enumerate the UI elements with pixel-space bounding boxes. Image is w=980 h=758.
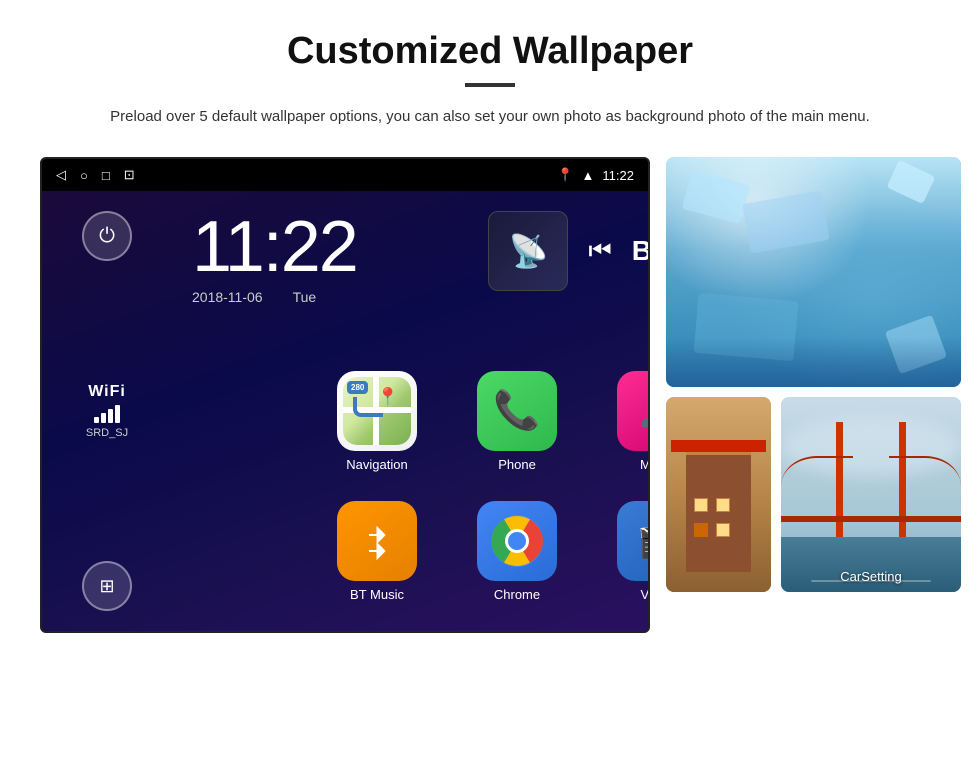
android-screen: ◁ ○ □ ⊡ 📍 ▲ 11:22 ⏻ WiFi [40,157,650,633]
music-icon: 🎵 [617,371,650,451]
bluetooth-svg [357,521,397,561]
cable-right [889,456,961,516]
bridge-deck [781,516,961,522]
right-photos-panel: CarSetting [666,157,961,592]
wifi-bar-2 [101,413,106,423]
title-divider [465,83,515,87]
location-pin-icon: 📍 [377,387,399,408]
app-item-chrome[interactable]: Chrome [452,491,582,611]
navigation-icon: 280 📍 [337,371,417,451]
wifi-bar-4 [115,405,120,423]
video-label: Video [640,587,650,602]
page-description: Preload over 5 default wallpaper options… [100,105,880,129]
status-left-icons: ◁ ○ □ ⊡ [56,167,135,183]
back-icon[interactable]: ◁ [56,167,66,183]
wallpaper-bottom-row: CarSetting [666,397,961,592]
app-grid: 280 📍 Navigation 📞 Phone [312,361,642,611]
window-1 [694,498,708,512]
nav-route-badge: 280 [347,381,368,394]
signal-broadcast-icon: 📡 [508,232,548,270]
screenshot-icon[interactable]: ⊡ [124,167,135,183]
home-icon[interactable]: ○ [80,168,88,183]
cable-left [781,456,853,516]
wallpaper-ice-cave[interactable] [666,157,961,387]
app-item-navigation[interactable]: 280 📍 Navigation [312,361,442,481]
phone-icon: 📞 [477,371,557,451]
video-icon: 🎬 [617,501,650,581]
ice-shapes [666,157,961,387]
center-area: 11:22 2018-11-06 Tue 📡 [172,191,650,631]
app-item-video[interactable]: 🎬 Video [592,491,650,611]
media-b-label[interactable]: B [632,235,650,267]
android-main: ⏻ WiFi SRD_SJ ⊞ [42,191,648,631]
left-sidebar: ⏻ WiFi SRD_SJ ⊞ [42,191,172,631]
app-item-btmusic[interactable]: BT Music [312,491,442,611]
window-3 [694,523,708,537]
content-row: ◁ ○ □ ⊡ 📍 ▲ 11:22 ⏻ WiFi [40,157,940,633]
wifi-bars [86,405,128,423]
chrome-label: Chrome [494,587,540,602]
top-right-icons: 📡 ⏮ B [488,211,650,291]
btmusic-label: BT Music [350,587,404,602]
status-right-icons: 📍 ▲ 11:22 [557,167,634,183]
media-controls: ⏮ B [588,235,650,267]
navigation-label: Navigation [346,457,407,472]
status-bar: ◁ ○ □ ⊡ 📍 ▲ 11:22 [42,159,648,191]
wifi-info: WiFi SRD_SJ [86,383,128,439]
building-facade [686,452,751,572]
date-text: 2018-11-06 [192,289,263,305]
app-item-phone[interactable]: 📞 Phone [452,361,582,481]
clock-date: 2018-11-06 Tue [192,289,650,305]
wallpaper-architecture[interactable] [666,397,771,592]
awning [671,440,766,452]
power-button[interactable]: ⏻ [82,211,132,261]
phone-label: Phone [498,457,536,472]
music-label: Music [640,457,650,472]
wifi-icon: ▲ [582,168,595,183]
app-item-music[interactable]: 🎵 Music [592,361,650,481]
wifi-bar-1 [94,417,99,423]
carsetting-label: CarSetting [840,569,901,584]
wifi-bar-3 [108,409,113,423]
day-text: Tue [293,289,317,305]
bluetooth-icon [337,501,417,581]
location-icon: 📍 [557,167,573,183]
status-time: 11:22 [602,168,634,183]
prev-track-icon[interactable]: ⏮ [588,235,611,267]
wifi-label: WiFi [86,383,128,401]
window-2 [716,498,730,512]
recents-icon[interactable]: □ [102,168,110,183]
signal-widget[interactable]: 📡 [488,211,568,291]
chrome-svg [491,515,543,567]
apps-button[interactable]: ⊞ [82,561,132,611]
chrome-icon [477,501,557,581]
wallpaper-bridge[interactable]: CarSetting [781,397,961,592]
wifi-ssid: SRD_SJ [86,427,128,439]
page-title: Customized Wallpaper [40,30,940,73]
window-4 [716,523,730,537]
